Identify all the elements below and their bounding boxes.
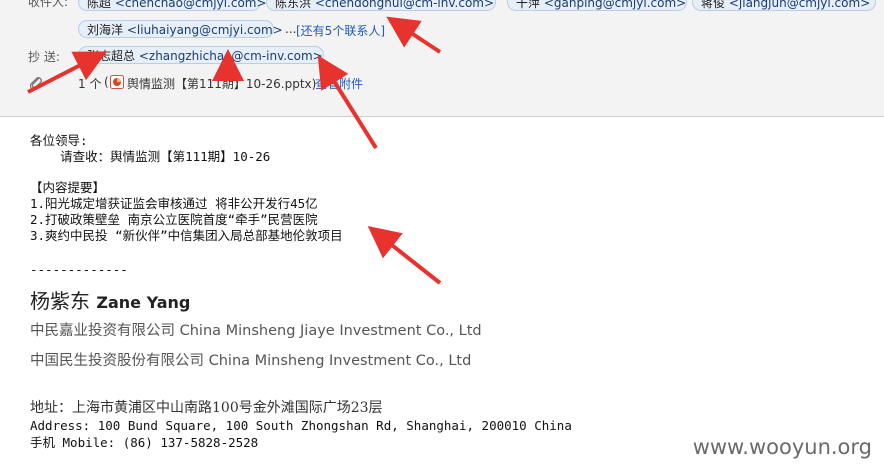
arrow-more-contacts (386, 16, 442, 54)
arrow-cc-email (317, 55, 378, 150)
arrow-summary (367, 226, 442, 285)
arrow-cc (27, 51, 108, 94)
annotation-arrows (27, 16, 442, 285)
